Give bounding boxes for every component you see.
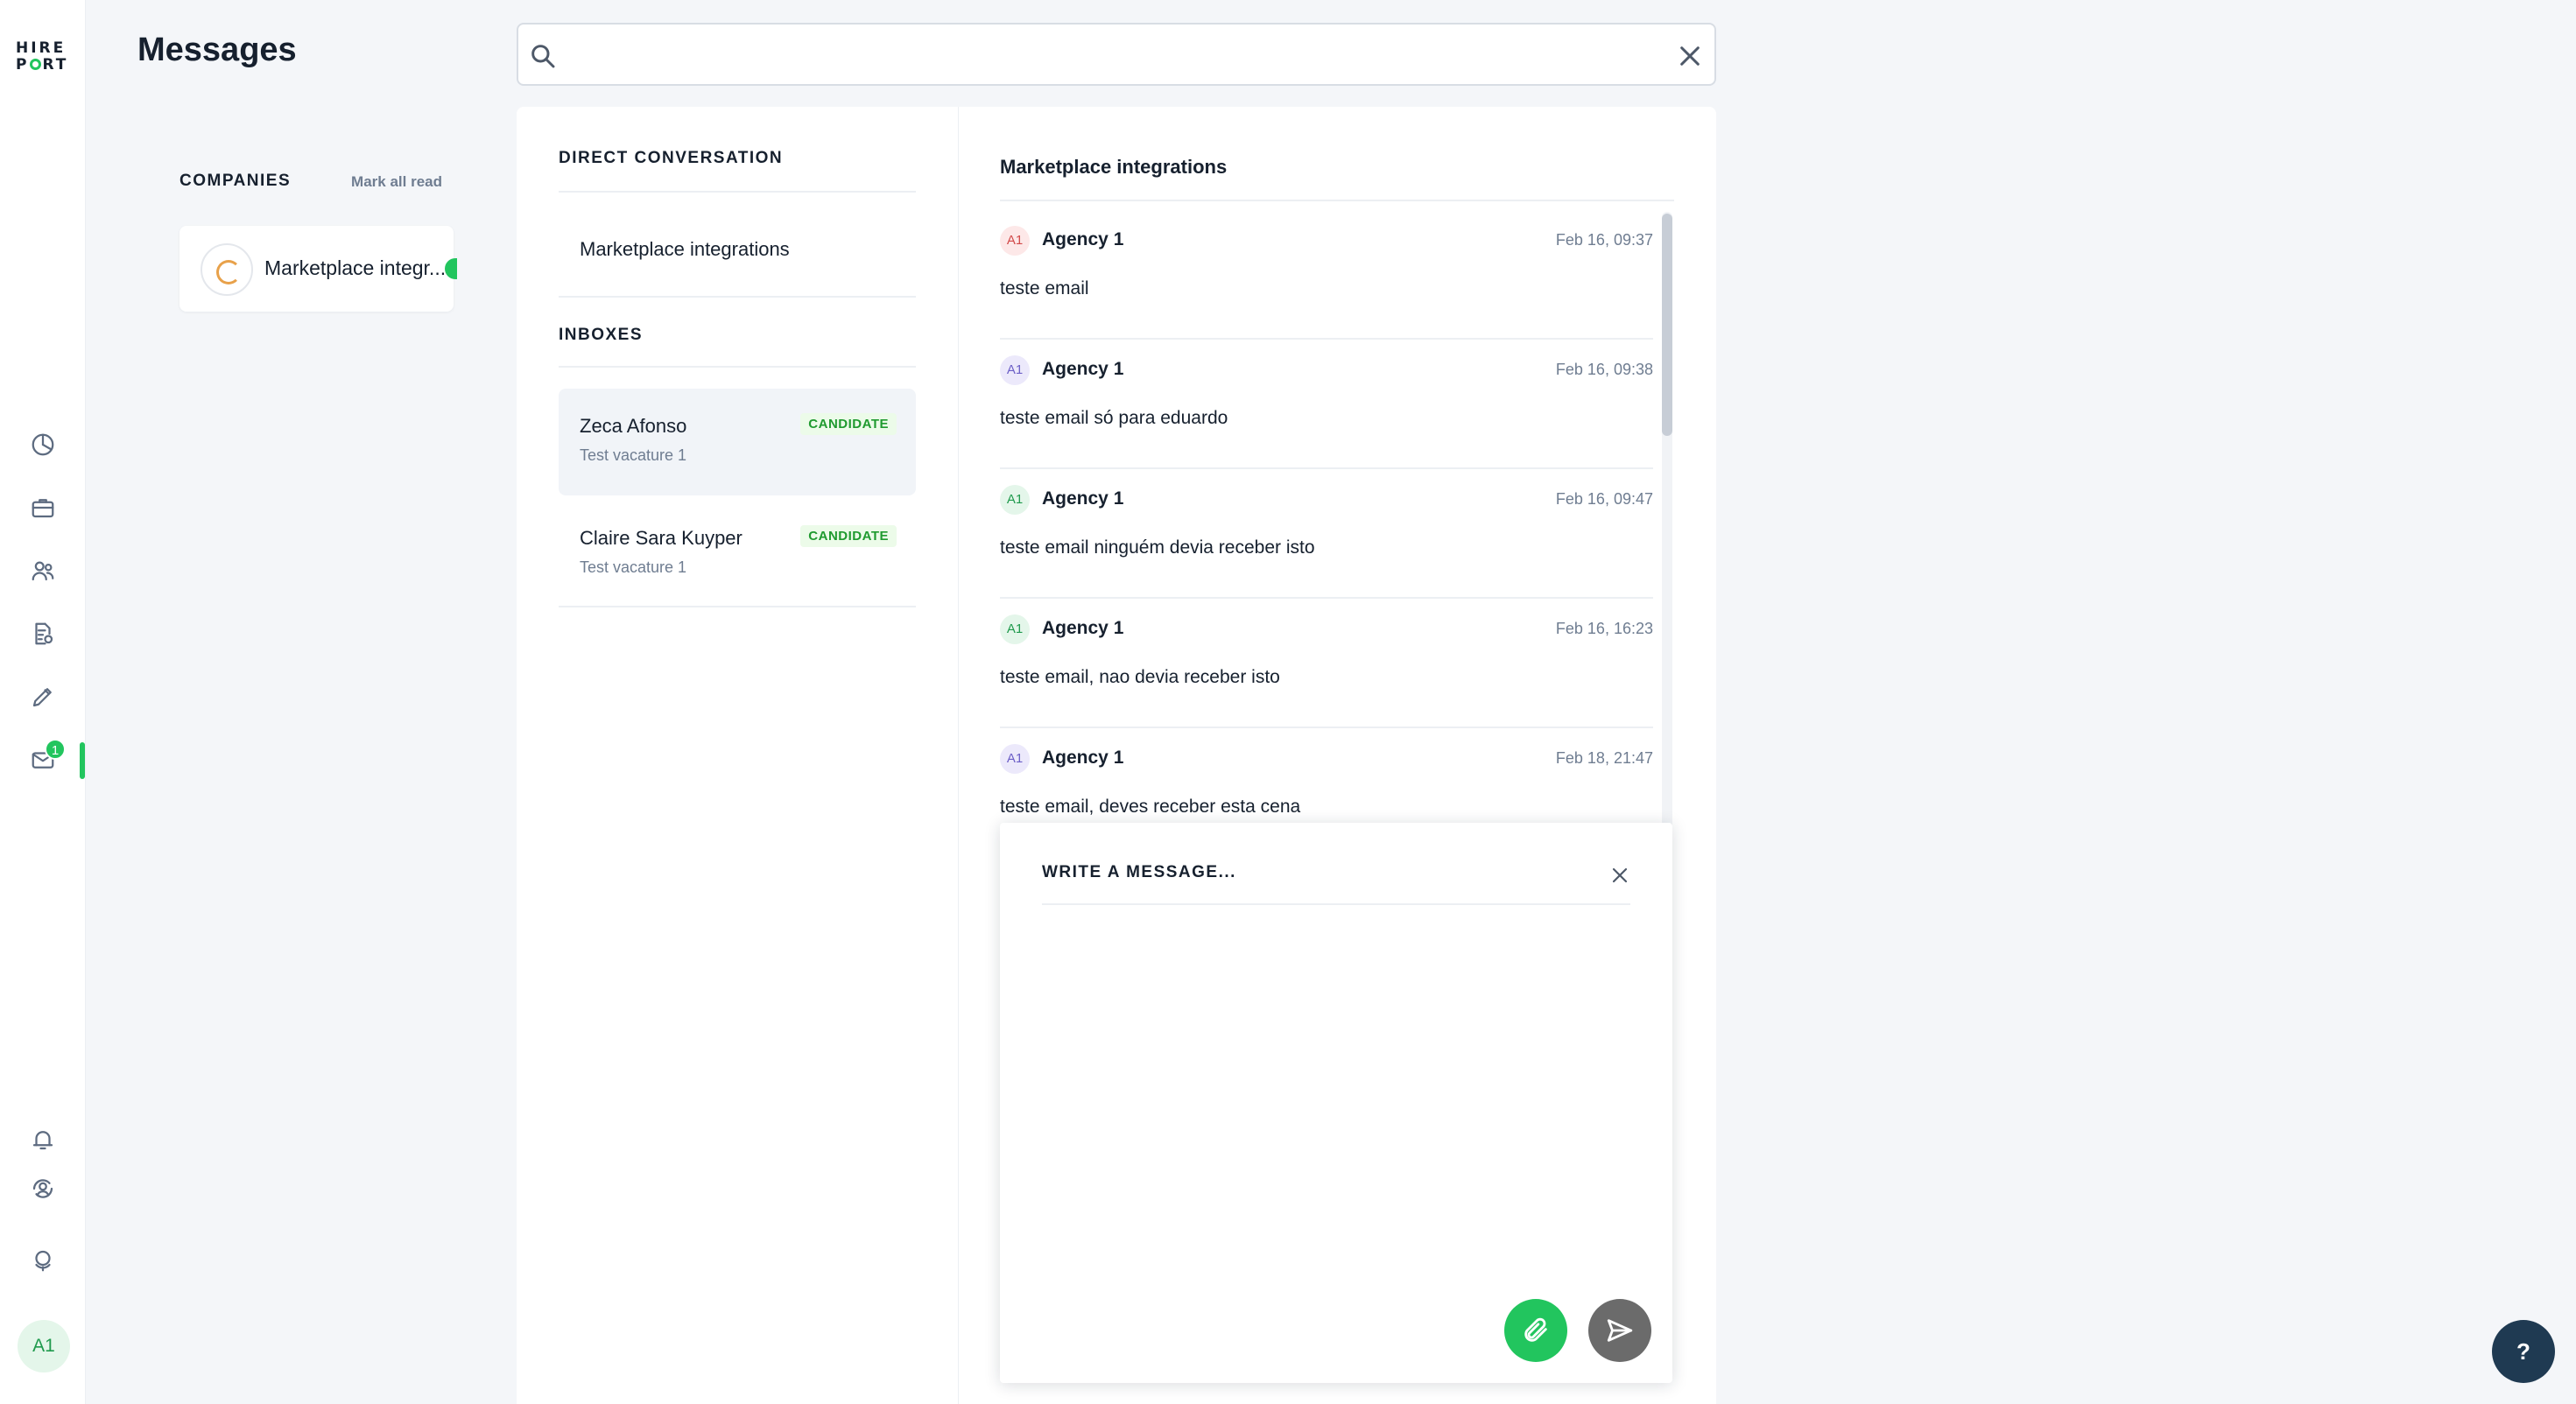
help-button[interactable]: ? xyxy=(2492,1320,2555,1383)
candidate-badge: CANDIDATE xyxy=(800,525,897,547)
direct-conversation-item[interactable]: Marketplace integrations xyxy=(580,238,790,261)
people-icon[interactable] xyxy=(25,553,60,588)
clear-search-icon[interactable] xyxy=(1676,42,1704,70)
sender-avatar: A1 xyxy=(1000,614,1030,644)
active-nav-indicator xyxy=(80,742,85,779)
divider xyxy=(1042,903,1630,905)
message-body: teste email, nao devia receber isto xyxy=(1000,667,1280,687)
companies-header: COMPANIES Mark all read xyxy=(179,172,442,196)
divider xyxy=(559,366,916,368)
divider xyxy=(559,191,916,193)
bell-icon[interactable] xyxy=(25,1122,60,1157)
side-rail: HIRE P RT 1 A1 xyxy=(0,0,86,1404)
companies-label: COMPANIES xyxy=(179,172,292,190)
mail-unread-badge: 1 xyxy=(45,739,66,760)
report-icon[interactable] xyxy=(25,616,60,651)
sender-avatar: A1 xyxy=(1000,485,1030,515)
divider xyxy=(1000,200,1674,201)
mark-all-read-link[interactable]: Mark all read xyxy=(351,173,442,191)
sender-name: Agency 1 xyxy=(1042,229,1124,249)
company-logo xyxy=(201,243,253,296)
dashboard-icon[interactable] xyxy=(25,427,60,462)
inbox-name: Claire Sara Kuyper xyxy=(580,527,743,549)
close-icon[interactable] xyxy=(1609,865,1630,886)
message-item: A1 Agency 1 Feb 16, 09:37 teste email xyxy=(1000,210,1653,340)
message-input[interactable] xyxy=(1042,921,1630,1236)
message-body: teste email só para eduardo xyxy=(1000,408,1228,428)
pencil-icon[interactable] xyxy=(25,679,60,714)
thread-title: Marketplace integrations xyxy=(1000,156,1228,178)
divider xyxy=(559,296,916,298)
inbox-name: Zeca Afonso xyxy=(580,415,687,437)
user-avatar[interactable]: A1 xyxy=(18,1320,70,1372)
conversation-list: DIRECT CONVERSATION Marketplace integrat… xyxy=(517,107,959,1404)
briefcase-icon[interactable] xyxy=(25,490,60,525)
inbox-item[interactable]: Zeca Afonso Test vacature 1 CANDIDATE xyxy=(559,389,916,495)
composer-title: WRITE A MESSAGE... xyxy=(1042,863,1236,881)
message-item: A1 Agency 1 Feb 16, 16:23 teste email, n… xyxy=(1000,599,1653,728)
sender-name: Agency 1 xyxy=(1042,748,1124,768)
message-body: teste email ninguém devia receber isto xyxy=(1000,537,1315,558)
search-bar xyxy=(517,23,1716,86)
message-body: teste email, deves receber esta cena xyxy=(1000,797,1301,817)
message-time: Feb 16, 16:23 xyxy=(1555,620,1653,637)
message-item: A1 Agency 1 Feb 16, 09:38 teste email só… xyxy=(1000,340,1653,469)
attach-button[interactable] xyxy=(1504,1299,1567,1362)
divider xyxy=(559,606,916,607)
send-button[interactable] xyxy=(1588,1299,1651,1362)
inbox-subtitle: Test vacature 1 xyxy=(580,446,687,464)
send-icon xyxy=(1607,1319,1633,1342)
sender-avatar: A1 xyxy=(1000,744,1030,774)
thread-scrollbar-thumb[interactable] xyxy=(1662,214,1672,436)
paperclip-icon xyxy=(1524,1317,1547,1342)
company-item[interactable]: Marketplace integr... xyxy=(179,226,454,312)
sender-avatar: A1 xyxy=(1000,355,1030,385)
inbox-item[interactable]: Claire Sara Kuyper Test vacature 1 CANDI… xyxy=(559,501,916,607)
page-title: Messages xyxy=(137,32,297,68)
sender-name: Agency 1 xyxy=(1042,618,1124,638)
message-time: Feb 16, 09:37 xyxy=(1555,231,1653,249)
message-time: Feb 18, 21:47 xyxy=(1555,749,1653,767)
direct-conversation-label: DIRECT CONVERSATION xyxy=(559,149,784,167)
globe-icon[interactable] xyxy=(25,1243,60,1278)
search-input[interactable] xyxy=(567,33,1644,75)
search-icon xyxy=(529,42,557,70)
inboxes-label: INBOXES xyxy=(559,326,644,344)
message-time: Feb 16, 09:47 xyxy=(1555,490,1653,508)
sender-avatar: A1 xyxy=(1000,226,1030,256)
message-body: teste email xyxy=(1000,278,1089,298)
sender-name: Agency 1 xyxy=(1042,488,1124,509)
message-composer: WRITE A MESSAGE... xyxy=(1000,823,1672,1383)
hireport-logo[interactable]: HIRE P RT xyxy=(16,40,72,74)
company-name: Marketplace integr... xyxy=(264,256,447,279)
candidate-badge: CANDIDATE xyxy=(800,413,897,435)
inbox-subtitle: Test vacature 1 xyxy=(580,558,687,576)
message-time: Feb 16, 09:38 xyxy=(1555,361,1653,378)
user-switch-icon[interactable] xyxy=(25,1171,60,1206)
sender-name: Agency 1 xyxy=(1042,359,1124,379)
message-item: A1 Agency 1 Feb 16, 09:47 teste email ni… xyxy=(1000,469,1653,599)
